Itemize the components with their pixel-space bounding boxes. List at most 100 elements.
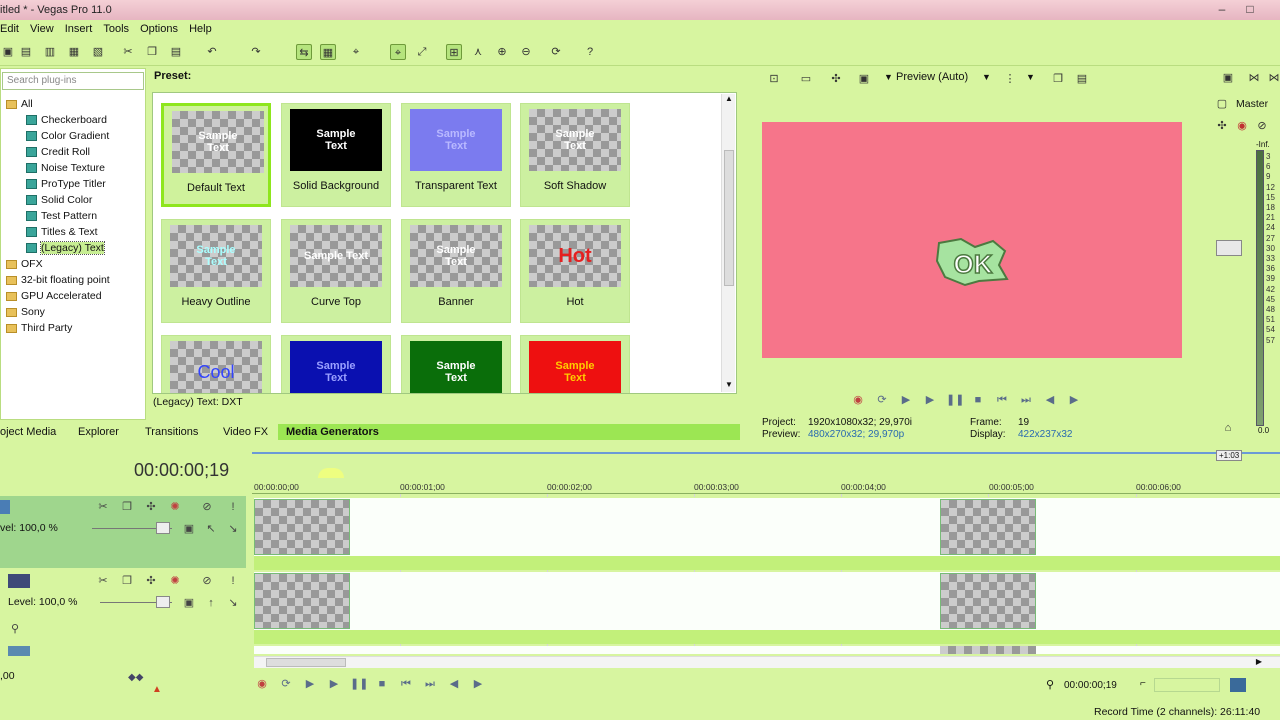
tree-item[interactable]: Color Gradient bbox=[0, 128, 146, 144]
prev-frame-icon[interactable]: ◀ bbox=[1042, 392, 1058, 408]
properties-icon[interactable]: ▧ bbox=[90, 44, 106, 60]
scroll-thumb[interactable] bbox=[724, 150, 734, 286]
stop-icon[interactable]: ■ bbox=[374, 676, 390, 692]
mixer-solo-icon[interactable]: ⋈ bbox=[1266, 70, 1280, 86]
tab-video-fx[interactable]: Video FX bbox=[223, 424, 268, 440]
envelope-tool-icon[interactable]: ⤢ bbox=[414, 44, 430, 60]
preset-tile[interactable]: Sample Text Heavy Outline bbox=[161, 219, 271, 323]
tab-transitions[interactable]: Transitions bbox=[145, 424, 198, 440]
menu-insert[interactable]: Insert bbox=[65, 20, 93, 38]
menu-tools[interactable]: Tools bbox=[103, 20, 129, 38]
track-lane-3[interactable] bbox=[254, 646, 1280, 654]
zoom-out-icon[interactable]: ⊖ bbox=[518, 44, 534, 60]
mixer-properties-icon[interactable]: ▣ bbox=[1220, 70, 1236, 86]
preset-tile[interactable]: Sample Text Solid Background bbox=[281, 103, 391, 207]
track-header-1[interactable]: ✂ ❐ ✣ ✺ ⊘ ! vel: 100,0 % ▣ ↖ ↘ bbox=[0, 496, 246, 568]
bus-icon[interactable]: ▢ bbox=[1214, 96, 1230, 112]
timeline-scrollbar[interactable]: ▶ bbox=[254, 656, 1280, 668]
undo-icon[interactable]: ↶ bbox=[204, 44, 220, 60]
copy-icon[interactable]: ❐ bbox=[144, 44, 160, 60]
tab-media-generators[interactable]: Media Generators bbox=[278, 424, 740, 440]
snapping-icon[interactable]: ⌖ bbox=[348, 44, 364, 60]
solo-icon[interactable]: ! bbox=[226, 574, 240, 588]
preset-tile[interactable]: Sample Text bbox=[401, 335, 511, 393]
loop-icon[interactable]: ⟳ bbox=[278, 676, 294, 692]
quality-chevron-icon[interactable]: ▼ bbox=[982, 72, 991, 82]
lock-envelopes-icon[interactable]: ▦ bbox=[320, 44, 336, 60]
external-monitor-icon[interactable]: ▭ bbox=[798, 71, 814, 87]
tree-item[interactable]: Checkerboard bbox=[0, 112, 146, 128]
go-to-end-icon[interactable]: ⏭ bbox=[1018, 392, 1034, 408]
tree-item[interactable]: Third Party bbox=[0, 320, 146, 336]
selection-tool-icon[interactable]: ⊞ bbox=[446, 44, 462, 60]
selection-length-field[interactable] bbox=[1154, 678, 1220, 692]
redo-icon[interactable]: ↷ bbox=[248, 44, 264, 60]
play-from-start-icon[interactable]: ▶ bbox=[302, 676, 318, 692]
child-icon[interactable]: ↘ bbox=[226, 596, 240, 610]
bypass-icon[interactable]: ⊘ bbox=[1254, 118, 1270, 134]
preset-tile[interactable]: Sample Text bbox=[520, 335, 630, 393]
record-icon[interactable]: ◉ bbox=[254, 676, 270, 692]
tree-item[interactable]: Noise Texture bbox=[0, 160, 146, 176]
go-to-end-icon[interactable]: ⏭ bbox=[422, 676, 438, 692]
preview-quality-select[interactable]: Preview (Auto) bbox=[896, 71, 968, 83]
media-clip[interactable] bbox=[940, 646, 1036, 654]
render-icon[interactable]: ▦ bbox=[66, 44, 82, 60]
composite-mode-icon[interactable]: ▣ bbox=[182, 596, 196, 610]
prev-frame-icon[interactable]: ◀ bbox=[446, 676, 462, 692]
track-motion-icon[interactable]: ✂ bbox=[96, 500, 110, 514]
play-icon[interactable]: ▶ bbox=[922, 392, 938, 408]
search-plugins-input[interactable]: Search plug-ins bbox=[2, 72, 144, 90]
tree-item[interactable]: Sony bbox=[0, 304, 146, 320]
tree-item[interactable]: Credit Roll bbox=[0, 144, 146, 160]
go-to-start-icon[interactable]: ⏮ bbox=[398, 676, 414, 692]
zoom-in-icon[interactable]: ⊕ bbox=[494, 44, 510, 60]
expand-icon[interactable]: ⚲ bbox=[8, 622, 22, 636]
online-help-icon[interactable]: ⟳ bbox=[548, 44, 564, 60]
parent-icon[interactable]: ↖ bbox=[204, 522, 218, 536]
master-fader[interactable] bbox=[1216, 240, 1242, 256]
tree-item[interactable]: Titles & Text bbox=[0, 224, 146, 240]
grid-icon[interactable] bbox=[1230, 678, 1246, 692]
track-header-2[interactable]: ✂ ❐ ✣ ✺ ⊘ ! Level: 100,0 % ▣ ↑ ↘ ⚲ bbox=[0, 570, 246, 642]
mute-icon[interactable]: ⊘ bbox=[200, 500, 214, 514]
parent-icon[interactable]: ↑ bbox=[204, 596, 218, 610]
composite-icon[interactable]: ✣ bbox=[144, 574, 158, 588]
menu-help[interactable]: Help bbox=[189, 20, 212, 38]
tree-item[interactable]: 32-bit floating point bbox=[0, 272, 146, 288]
automation-icon[interactable]: ✺ bbox=[168, 574, 182, 588]
tree-item[interactable]: All bbox=[0, 96, 146, 112]
tree-item[interactable]: OFX bbox=[0, 256, 146, 272]
video-preview-properties-icon[interactable]: ⊡ bbox=[766, 71, 782, 87]
solo-icon[interactable]: ! bbox=[226, 500, 240, 514]
scroll-up-icon[interactable]: ▲ bbox=[723, 94, 735, 104]
preset-tile[interactable]: Hot Hot bbox=[520, 219, 630, 323]
rate-slider[interactable]: ◆◆ bbox=[128, 672, 152, 683]
tree-item[interactable]: Solid Color bbox=[0, 192, 146, 208]
record-arm-icon[interactable]: ◉ bbox=[1234, 118, 1250, 134]
lock-icon[interactable]: ⌂ bbox=[1220, 420, 1236, 436]
menu-edit[interactable]: Edit bbox=[0, 20, 19, 38]
mute-icon[interactable]: ⊘ bbox=[200, 574, 214, 588]
copy-snapshot-icon[interactable]: ❐ bbox=[1050, 71, 1066, 87]
play-from-start-icon[interactable]: ▶ bbox=[898, 392, 914, 408]
media-clip[interactable] bbox=[254, 573, 350, 629]
media-clip[interactable] bbox=[940, 573, 1036, 629]
preset-tile[interactable]: Sample Text bbox=[281, 335, 391, 393]
scroll-down-icon[interactable]: ▼ bbox=[723, 380, 735, 390]
track-lane-2[interactable] bbox=[254, 572, 1280, 630]
split-screen-icon[interactable]: ▣ bbox=[856, 71, 872, 87]
level-slider-thumb[interactable] bbox=[156, 596, 170, 608]
tree-item[interactable]: ProType Titler bbox=[0, 176, 146, 192]
overlays-icon[interactable]: ⋮ bbox=[1002, 71, 1018, 87]
level-slider-thumb[interactable] bbox=[156, 522, 170, 534]
record-icon[interactable]: ◉ bbox=[850, 392, 866, 408]
next-frame-icon[interactable]: ▶ bbox=[1066, 392, 1082, 408]
insert-fx-icon[interactable]: ✣ bbox=[1214, 118, 1230, 134]
track-fx-icon[interactable]: ❐ bbox=[120, 500, 134, 514]
child-icon[interactable]: ↘ bbox=[226, 522, 240, 536]
pause-icon[interactable]: ❚❚ bbox=[946, 392, 964, 408]
preset-tile[interactable]: Cool bbox=[161, 335, 271, 393]
time-ruler[interactable]: 00:00:00;00 00:00:01;00 00:00:02;00 00:00:0… bbox=[252, 478, 1280, 494]
maximize-button[interactable]: □ bbox=[1236, 0, 1264, 18]
